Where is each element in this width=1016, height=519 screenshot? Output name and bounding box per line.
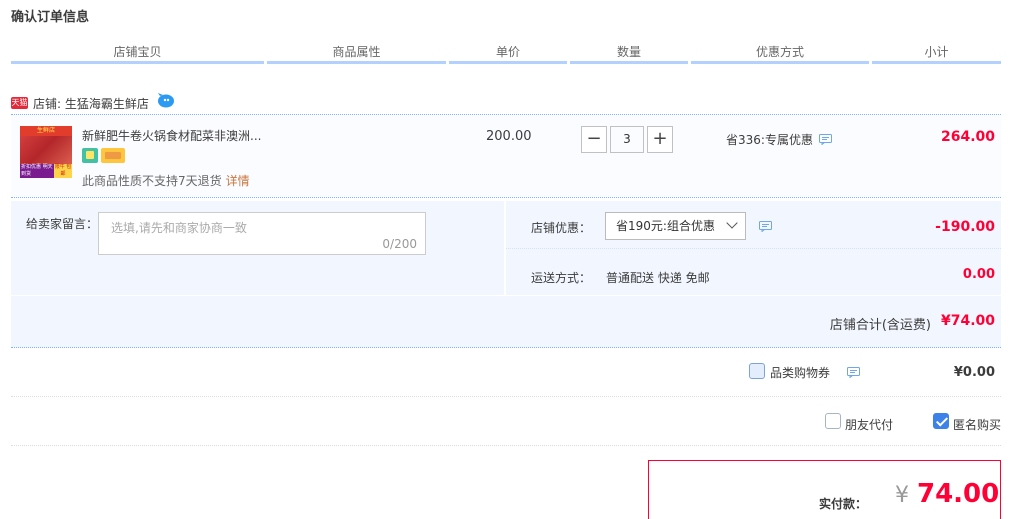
coupon-amount: ¥0.00 [953,365,995,380]
increase-quantity-button[interactable]: + [647,126,673,153]
seller-message-label: 给卖家留言： [26,217,99,231]
shipping-amount: 0.00 [962,267,995,282]
shop-discount-panel: 店铺优惠： 省190元:组合优惠 -190.00 运送方式： 普通配送 快递 免… [506,201,1001,295]
guarantee-icon[interactable] [82,148,98,163]
shop-discount-select[interactable]: 省190元:组合优惠 [605,212,746,240]
thumb-tag-left: 折扣优惠 明天到货 [20,164,54,178]
coupon-checkbox[interactable] [749,363,765,379]
shop-total-label: 店铺合计(含运费) [829,318,931,333]
header-subtotal: 小计 [872,44,1001,64]
quantity-stepper: − 3 + [581,126,673,153]
no-return-notice: 此商品性质不支持7天退货 详情 [82,172,250,189]
order-item-row: 生鲜店 折扣优惠 明天到货 限牛 包邮 新鲜肥牛卷火锅食材配菜非澳洲... 此商… [11,114,1001,198]
service-icons [82,148,125,163]
discount-info-icon[interactable] [759,221,772,232]
no-return-text: 此商品性质不支持7天退货 [82,174,222,188]
table-header: 店铺宝贝 商品属性 单价 数量 优惠方式 小计 [11,44,1001,64]
decrease-quantity-button[interactable]: − [581,126,607,153]
header-attrs: 商品属性 [267,44,446,64]
promo-text: 省336:专属优惠 [726,133,813,147]
anonymous-label[interactable]: 匿名购买 [953,416,1001,433]
shop-total-bar: 店铺合计(含运费) ¥74.00 [11,296,1001,348]
header-discount: 优惠方式 [691,44,869,64]
char-counter: 0/200 [382,237,417,251]
chevron-down-icon [726,217,738,229]
shop-total-amount: ¥74.00 [940,313,995,329]
header-price: 单价 [449,44,567,64]
product-thumbnail[interactable]: 生鲜店 折扣优惠 明天到货 限牛 包邮 [20,126,72,178]
shipping-label: 运送方式： [531,271,592,285]
payment-summary-box: 实付款： ¥ 74.00 [648,460,1001,519]
seller-message-panel: 给卖家留言： 选填,请先和商家协商一致 0/200 [11,201,504,295]
friend-pay-label[interactable]: 朋友代付 [845,416,893,433]
shop-row: 天猫 店铺: 生猛海霸生鲜店 [11,92,174,114]
header-qty: 数量 [570,44,688,64]
item-promo: 省336:专属优惠 [726,131,832,148]
payment-amount: 74.00 [917,479,1000,509]
shop-discount-selected: 省190元:组合优惠 [616,219,715,233]
tmall-badge-icon: 天猫 [11,97,28,109]
unit-price: 200.00 [486,129,532,144]
shop-discount-row: 店铺优惠： 省190元:组合优惠 -190.00 [506,201,1001,249]
friend-pay-checkbox[interactable] [825,413,841,429]
payment-label: 实付款： [819,497,868,511]
header-item: 店铺宝贝 [11,44,264,64]
shop-discount-label: 店铺优惠： [531,221,592,235]
coupon-row: 品类购物券 ¥0.00 [11,350,1001,397]
promo-info-icon[interactable] [818,134,832,145]
coupon-info-icon[interactable] [847,367,860,378]
shop-name[interactable]: 店铺: 生猛海霸生鲜店 [33,95,149,112]
quantity-input[interactable]: 3 [610,126,644,153]
thumb-tag-right: 限牛 包邮 [54,164,72,178]
product-name-link[interactable]: 新鲜肥牛卷火锅食材配菜非澳洲... [82,127,261,144]
payment-currency: ¥ [895,483,909,508]
detail-link[interactable]: 详情 [226,174,250,188]
shop-discount-amount: -190.00 [935,219,995,235]
seller-message-placeholder: 选填,请先和商家协商一致 [111,221,247,235]
wangwang-chat-icon[interactable] [157,92,174,108]
payment-options-row: 朋友代付 匿名购买 [11,398,1001,446]
seller-message-input[interactable]: 选填,请先和商家协商一致 0/200 [98,212,426,255]
coupon-label[interactable]: 品类购物券 [770,364,830,381]
credit-card-icon[interactable] [101,148,125,163]
page-title: 确认订单信息 [11,10,90,25]
item-subtotal: 264.00 [940,129,995,145]
shipping-method: 普通配送 快递 免邮 [606,271,710,285]
anonymous-checkbox[interactable] [933,413,949,429]
thumb-banner: 生鲜店 [20,126,72,136]
